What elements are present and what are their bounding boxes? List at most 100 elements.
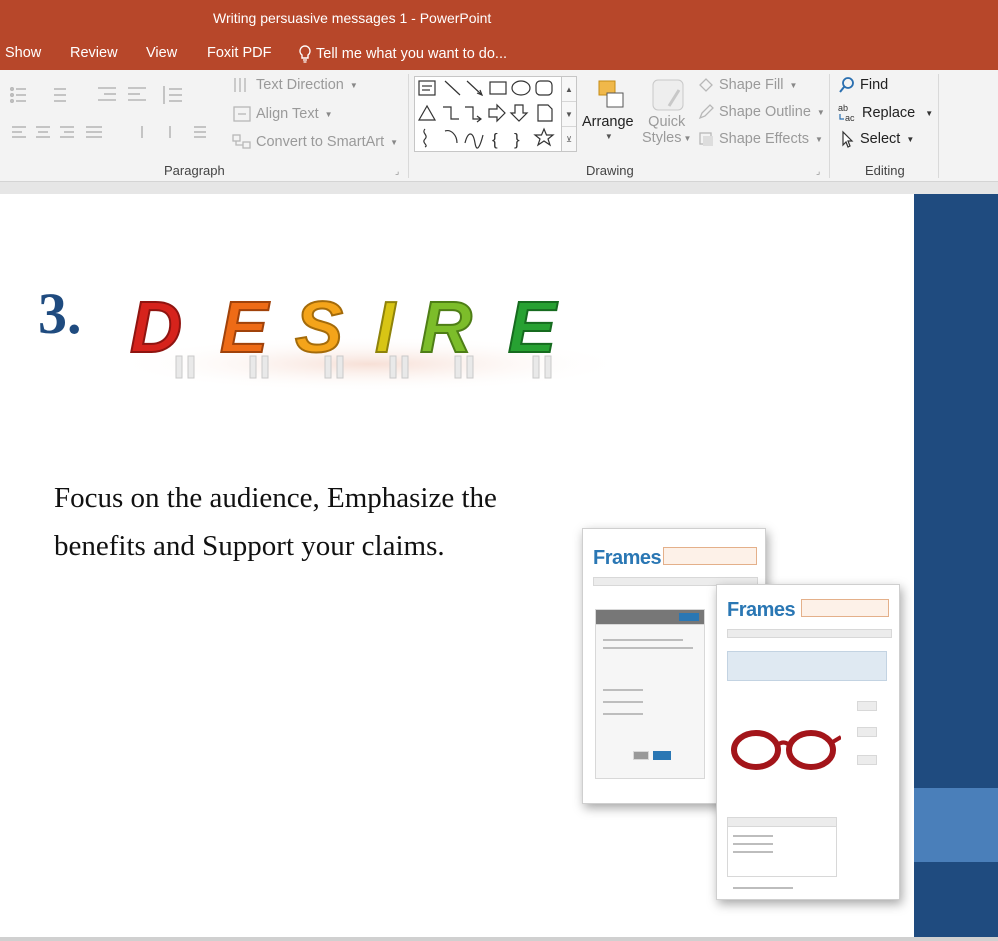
- align-text-icon: [233, 106, 251, 122]
- text-line: [603, 689, 643, 691]
- details-tabs: [727, 817, 837, 827]
- title-bar: Writing persuasive messages 1 - PowerPoi…: [0, 0, 998, 38]
- align-text-button[interactable]: Align Text ▼: [232, 105, 333, 123]
- chevron-down-icon: ▼: [815, 134, 823, 144]
- text-line: [603, 713, 643, 715]
- desire-letter-r: R: [420, 288, 472, 368]
- text-line: [733, 851, 773, 853]
- quick-styles-button[interactable]: Quick Styles ▼: [642, 76, 691, 146]
- panel-go-button: [679, 613, 699, 621]
- shape-effects-button[interactable]: Shape Effects ▼: [697, 130, 823, 148]
- chevron-down-icon: ▼: [324, 109, 333, 119]
- glasses-icon: [731, 730, 841, 770]
- smartart-icon: [232, 134, 251, 149]
- slide-canvas[interactable]: 3. D E S I R E Focus on the audience, Em…: [0, 194, 998, 937]
- search-button-shape: [653, 751, 671, 760]
- frames-data-screenshot-image[interactable]: Frames Data Frames Data: [578, 524, 908, 909]
- text-line: [733, 887, 793, 889]
- cursor-arrow-icon: [842, 130, 854, 148]
- thumb: [857, 727, 877, 737]
- desire-letter-d: D: [130, 288, 182, 368]
- thumb: [857, 755, 877, 765]
- arrange-icon: [598, 80, 624, 108]
- svg-text:}: }: [514, 130, 520, 149]
- svg-text:ab: ab: [838, 103, 848, 113]
- quick-label: Quick: [648, 114, 686, 130]
- search-icon: [839, 77, 854, 93]
- screenshot-page-front: Frames Data: [716, 584, 900, 900]
- pencil-icon: [698, 104, 714, 120]
- paragraph-format-icons: [10, 86, 206, 138]
- banner-box: [801, 599, 889, 617]
- chevron-down-icon: ▼: [789, 80, 798, 90]
- paint-bucket-icon: [699, 78, 713, 92]
- shape-effects-icon: [699, 132, 713, 146]
- tab-slide-show[interactable]: Show: [5, 45, 41, 61]
- convert-smartart-button[interactable]: Convert to SmartArt ▼: [232, 133, 398, 151]
- shape-effects-label: Shape Effects: [719, 131, 810, 147]
- svg-text:{: {: [492, 130, 498, 149]
- shapes-icons: { }: [417, 80, 555, 149]
- slide-workspace: 3. D E S I R E Focus on the audience, Em…: [0, 182, 998, 941]
- nav-strip: [727, 629, 892, 638]
- select-button[interactable]: Select ▼: [840, 130, 914, 148]
- arrange-button[interactable]: Arrange ▼: [582, 76, 634, 141]
- text-line: [603, 647, 693, 649]
- slide-side-band-accent: [914, 788, 998, 862]
- drawing-group-label: Drawing: [586, 163, 634, 178]
- reset-button-shape: [633, 751, 649, 760]
- shape-fill-label: Shape Fill: [719, 77, 784, 93]
- gallery-scroll[interactable]: ▲ ▼ ⊻: [561, 76, 577, 152]
- tab-foxit-pdf[interactable]: Foxit PDF: [207, 45, 271, 61]
- group-divider: [408, 74, 409, 178]
- styles-label: Styles: [642, 130, 682, 146]
- chevron-down-icon: ▼: [604, 132, 613, 141]
- tell-me-box[interactable]: Tell me what you want to do...: [298, 45, 507, 63]
- styles-line: Styles ▼: [642, 130, 691, 146]
- replace-icon: abac: [838, 103, 855, 123]
- text-direction-button[interactable]: Text Direction ▼: [232, 76, 358, 94]
- ribbon: Text Direction ▼ Align Text ▼ Convert to S…: [0, 70, 998, 182]
- desire-image[interactable]: D E S I R E: [100, 264, 630, 414]
- tab-view[interactable]: View: [146, 45, 177, 61]
- gallery-more-icon[interactable]: ⊻: [562, 127, 576, 152]
- editing-group-label: Editing: [865, 163, 905, 178]
- chevron-down-icon: ▼: [349, 80, 358, 90]
- chevron-down-icon: ▼: [390, 137, 399, 147]
- chevron-down-icon: ▼: [906, 134, 915, 144]
- thumb: [857, 701, 877, 711]
- shape-outline-button[interactable]: Shape Outline ▼: [697, 103, 825, 121]
- text-line: [733, 843, 773, 845]
- find-button[interactable]: Find: [838, 76, 888, 94]
- dialog-launcher-icon[interactable]: ⌟: [816, 166, 820, 177]
- shape-outline-label: Shape Outline: [719, 104, 811, 120]
- gallery-down-icon[interactable]: ▼: [562, 102, 576, 127]
- slide-number-heading[interactable]: 3.: [38, 280, 82, 347]
- text-line: [603, 639, 683, 641]
- shapes-gallery[interactable]: { }: [414, 76, 576, 152]
- text-line: [733, 835, 773, 837]
- banner-box: [663, 547, 757, 565]
- quick-styles-icon: [652, 79, 684, 111]
- bottom-edge: [0, 937, 998, 941]
- gallery-up-icon[interactable]: ▲: [562, 77, 576, 102]
- chevron-down-icon: ▼: [816, 107, 825, 117]
- dialog-launcher-icon[interactable]: ⌟: [395, 166, 399, 177]
- chevron-down-icon: ▼: [925, 108, 934, 118]
- tab-review[interactable]: Review: [70, 45, 118, 61]
- product-table: [727, 651, 887, 681]
- text-line: [603, 701, 643, 703]
- group-divider: [938, 74, 939, 178]
- slide-body-text[interactable]: Focus on the audience, Emphasize the ben…: [54, 474, 534, 570]
- paragraph-group-label: Paragraph: [164, 163, 225, 178]
- shape-fill-button[interactable]: Shape Fill ▼: [697, 76, 797, 94]
- desire-letter-s: S: [295, 288, 343, 368]
- svg-text:ac: ac: [845, 113, 855, 123]
- select-label: Select: [860, 131, 901, 147]
- replace-label: Replace: [862, 105, 916, 121]
- text-direction-label: Text Direction: [256, 77, 344, 93]
- tell-me-text: Tell me what you want to do...: [316, 46, 508, 62]
- find-label: Find: [860, 77, 889, 93]
- replace-button[interactable]: ab ac Replace ▼: [838, 103, 933, 123]
- text-direction-icon: [234, 78, 246, 92]
